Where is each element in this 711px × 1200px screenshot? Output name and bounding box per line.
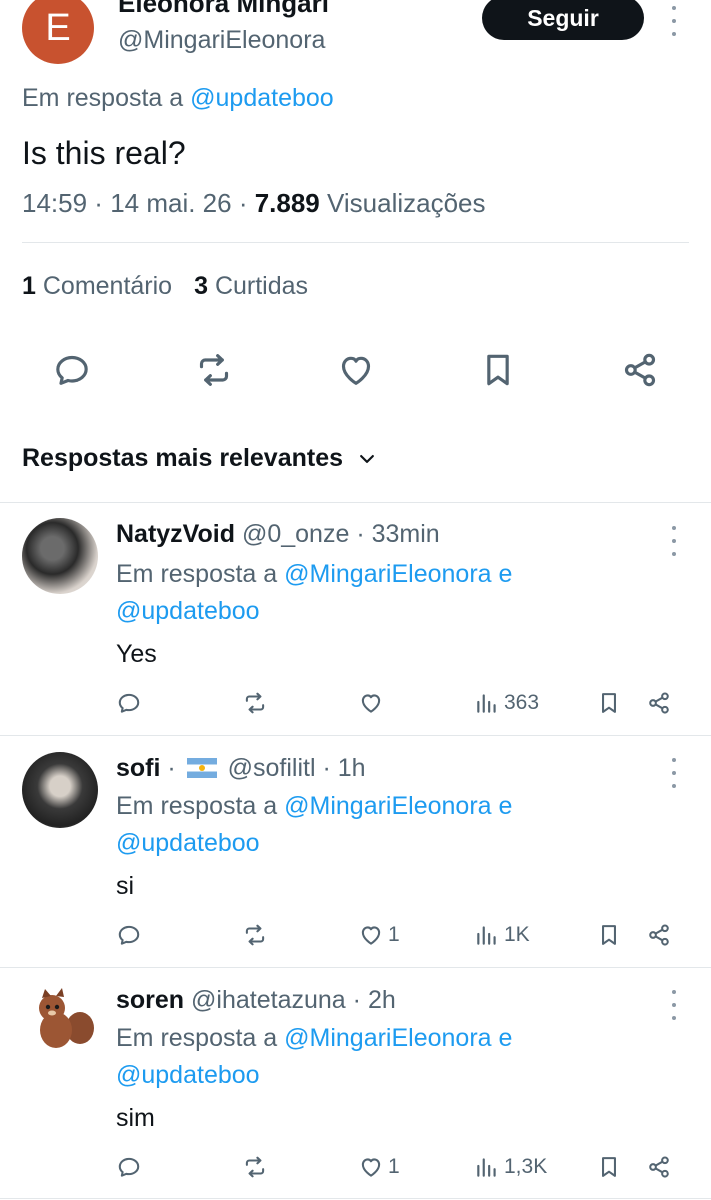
tweet-meta: 14:59 · 14 mai. 26 · 7.889 Visualizações [22,188,486,218]
more-icon[interactable] [664,990,684,1020]
comment-icon[interactable] [116,689,142,717]
share-icon[interactable] [646,689,672,717]
heart-icon[interactable] [358,689,388,717]
divider [22,242,689,243]
sort-label: Respostas mais relevantes [22,444,344,472]
replying-to-line: Em resposta a @updateboo [22,84,334,113]
author-handle[interactable]: @MingariEleonora [118,26,325,55]
replying-prefix: Em resposta a [22,84,184,112]
reply-author-handle[interactable]: @0_onze [242,520,349,548]
mention-link[interactable]: @MingariEleonora [284,1024,491,1052]
avatar-letter: E [45,6,71,49]
more-icon[interactable] [664,526,684,556]
reply-author-handle[interactable]: @ihatetazuna [191,986,346,1014]
mention-link[interactable]: @updateboo [116,829,260,857]
divider [0,735,711,736]
reply-author-name[interactable]: soren [116,986,184,1014]
reply-author-handle[interactable]: @sofilitl [228,754,316,782]
more-icon[interactable] [664,6,684,36]
reply-actions: 1 1,3K [116,1153,686,1183]
views-icon[interactable]: 363 [474,689,539,717]
avatar[interactable]: E [22,0,94,64]
follow-button[interactable]: Seguir [482,0,644,40]
reply-header: soren @ihatetazuna · 2h [116,986,396,1014]
reply-actions: 363 [116,689,686,719]
avatar[interactable] [22,752,98,828]
reply-author-name[interactable]: NatyzVoid [116,520,235,548]
mention-link[interactable]: @updateboo [190,84,334,112]
reply-time[interactable]: 2h [368,986,396,1014]
share-icon[interactable] [620,350,660,390]
reply-text: sim [116,1104,155,1132]
mention-link[interactable]: @MingariEleonora [284,560,491,588]
comment-icon[interactable] [116,1153,142,1181]
author-name[interactable]: Eleonora Mingari [118,0,329,19]
reply-text: si [116,872,135,900]
reply-time[interactable]: 33min [372,520,440,548]
divider [0,1198,711,1199]
views-label: Visualizações [327,188,486,218]
argentina-flag-icon [186,758,217,778]
retweet-icon[interactable] [242,689,268,717]
heart-icon[interactable]: 1 [358,921,400,949]
more-icon[interactable] [664,758,684,788]
reply-replying-to: Em resposta a @MingariEleonora e @updateb… [116,560,513,625]
avatar[interactable] [22,984,98,1060]
reply-text: Yes [116,640,157,668]
heart-icon[interactable]: 1 [358,1153,400,1181]
bookmark-icon[interactable] [478,350,518,390]
mention-link[interactable]: @updateboo [116,597,260,625]
reply-header: sofi · @sofilitl · 1h [116,754,366,782]
reply-replying-to: Em resposta a @MingariEleonora e @updateb… [116,792,513,857]
comments-stat[interactable]: 1 Comentário [22,272,172,300]
views-icon[interactable]: 1,3K [474,1153,547,1181]
retweet-icon[interactable] [242,1153,268,1181]
heart-icon[interactable] [336,350,376,390]
mention-link[interactable]: @updateboo [116,1061,260,1089]
views-count: 7.889 [254,188,320,218]
views-icon[interactable]: 1K [474,921,530,949]
tweet-date[interactable]: 14 mai. 26 [110,188,231,218]
reply-replying-to: Em resposta a @MingariEleonora e @updateb… [116,1024,513,1089]
sort-replies-dropdown[interactable]: Respostas mais relevantes [22,444,377,473]
comment-icon[interactable] [52,350,92,390]
divider [0,967,711,968]
bookmark-icon[interactable] [596,1153,622,1181]
reply-actions: 1 1K [116,921,686,951]
chevron-down-icon [357,449,377,469]
engagement-stats: 1 Comentário 3 Curtidas [22,272,308,301]
mention-link[interactable]: @MingariEleonora [284,792,491,820]
divider [0,502,711,503]
likes-stat[interactable]: 3 Curtidas [194,272,308,300]
reply-time[interactable]: 1h [338,754,366,782]
bookmark-icon[interactable] [596,921,622,949]
avatar[interactable] [22,518,98,594]
share-icon[interactable] [646,1153,672,1181]
tweet-text: Is this real? [22,135,186,171]
tweet-time[interactable]: 14:59 [22,188,87,218]
reply-header: NatyzVoid @0_onze · 33min [116,520,440,548]
reply-author-name[interactable]: sofi [116,754,160,782]
retweet-icon[interactable] [242,921,268,949]
share-icon[interactable] [646,921,672,949]
retweet-icon[interactable] [194,350,234,390]
squirrel-avatar-icon [39,988,94,1048]
bookmark-icon[interactable] [596,689,622,717]
comment-icon[interactable] [116,921,142,949]
